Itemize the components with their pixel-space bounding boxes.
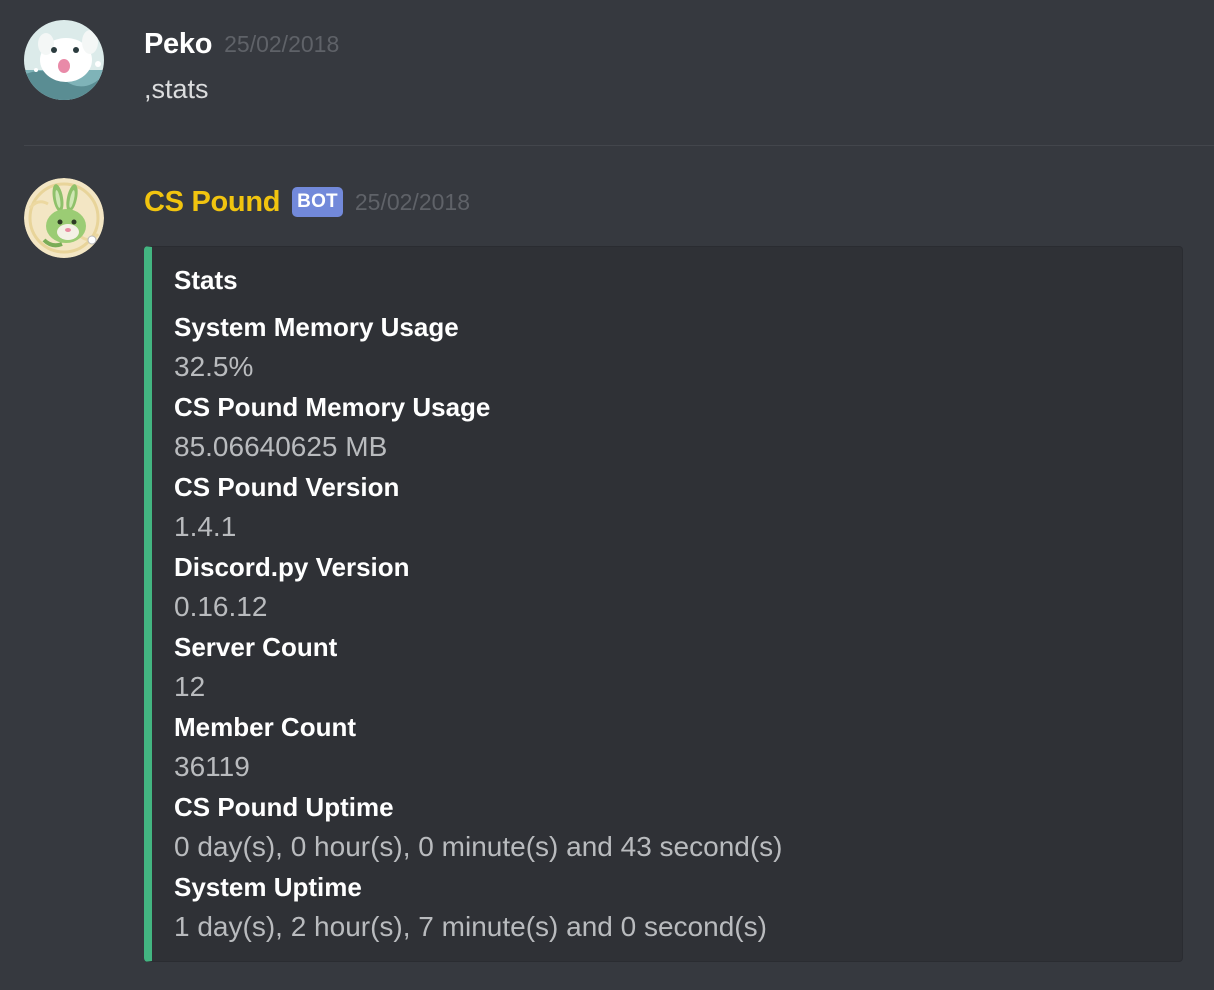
bot-avatar[interactable] [24, 178, 104, 258]
bot-tag-badge: BOT [292, 187, 343, 217]
embed-field: System Memory Usage 32.5% [174, 308, 1162, 388]
field-name: Member Count [174, 712, 356, 742]
peko-avatar-icon [24, 20, 104, 100]
field-value: 85.06640625 MB [174, 431, 388, 462]
embed-field: Member Count 36119 [174, 708, 1162, 788]
embed-field: System Uptime 1 day(s), 2 hour(s), 7 min… [174, 868, 1162, 948]
message-timestamp: 25/02/2018 [224, 30, 340, 57]
message-header: Peko 25/02/2018 [144, 24, 339, 64]
field-value: 32.5% [174, 351, 254, 382]
field-name: System Memory Usage [174, 312, 459, 342]
field-name: CS Pound Memory Usage [174, 392, 491, 422]
embed-field: Server Count 12 [174, 628, 1162, 708]
field-value: 1.4.1 [174, 511, 237, 542]
field-name: Discord.py Version [174, 552, 410, 582]
message-divider [24, 145, 1214, 146]
message-timestamp: 25/02/2018 [354, 188, 470, 215]
embed-field: Discord.py Version 0.16.12 [174, 548, 1162, 628]
field-value: 0 day(s), 0 hour(s), 0 minute(s) and 43 … [174, 831, 783, 862]
message-content: ,stats [144, 74, 209, 104]
message-header: CS Pound BOT 25/02/2018 [144, 182, 470, 222]
embed-field: CS Pound Version 1.4.1 [174, 468, 1162, 548]
field-value: 0.16.12 [174, 591, 268, 622]
username[interactable]: Peko [144, 28, 212, 61]
field-name: CS Pound Uptime [174, 792, 394, 822]
bot-username[interactable]: CS Pound [144, 186, 280, 219]
field-value: 12 [174, 671, 206, 702]
field-value: 36119 [174, 751, 250, 782]
field-value: 1 day(s), 2 hour(s), 7 minute(s) and 0 s… [174, 911, 767, 942]
bunny-avatar-icon [24, 178, 104, 258]
user-avatar[interactable] [24, 20, 104, 100]
field-name: Server Count [174, 632, 338, 662]
field-name: CS Pound Version [174, 472, 400, 502]
stats-embed: Stats System Memory Usage 32.5% CS Pound… [144, 246, 1183, 962]
embed-field: CS Pound Uptime 0 day(s), 0 hour(s), 0 m… [174, 788, 1162, 868]
field-name: System Uptime [174, 872, 362, 902]
embed-field: CS Pound Memory Usage 85.06640625 MB [174, 388, 1162, 468]
embed-title: Stats [174, 265, 238, 295]
